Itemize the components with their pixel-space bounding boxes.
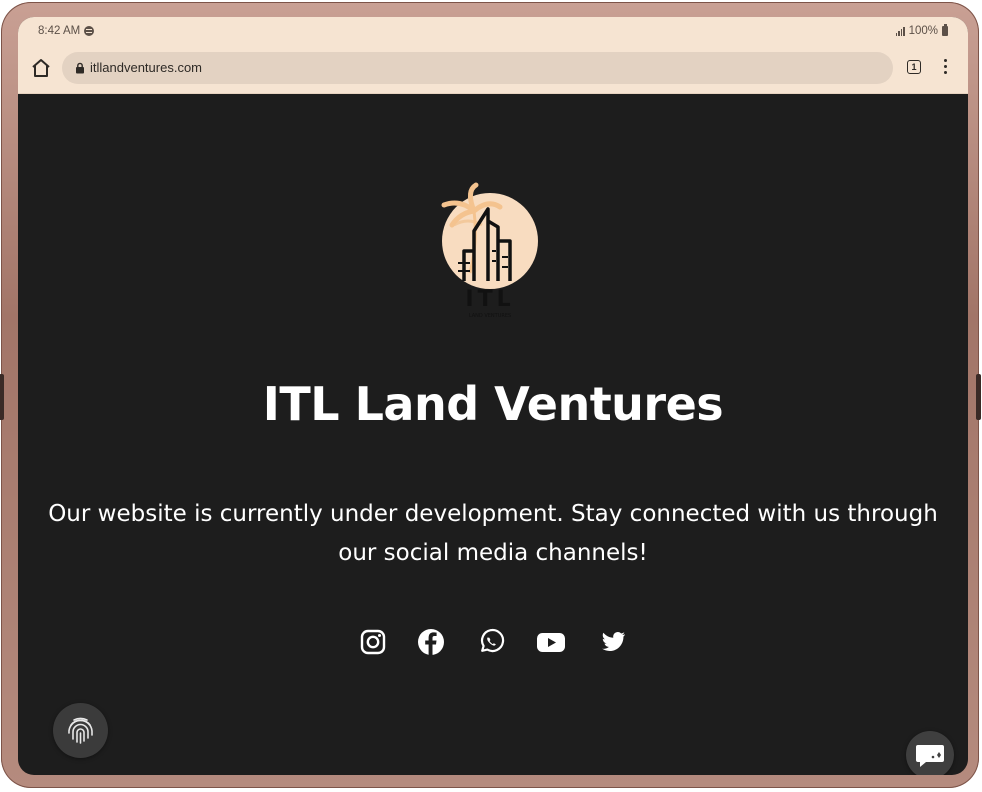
more-options-icon[interactable] [940,59,950,79]
screen: 8:42 AM 100% itllandventures.com 1 ITL L… [18,17,968,775]
signal-icon [895,26,905,36]
accessibility-button[interactable] [53,703,108,758]
lock-icon [76,62,84,74]
twitter-icon[interactable] [598,627,628,657]
page-description: Our website is currently under developme… [48,501,938,566]
logo-tagline: LAND VENTURES [469,313,511,319]
side-button-right [976,374,981,420]
tab-switcher-button[interactable]: 1 [907,60,921,74]
status-bar: 8:42 AM 100% [18,17,968,45]
chat-button[interactable] [906,731,954,775]
page-content: ITL LAND VENTURES ITL Land Ventures Our … [18,94,968,775]
phone-frame: 8:42 AM 100% itllandventures.com 1 ITL L… [0,2,981,788]
company-logo: ITL LAND VENTURES [441,182,538,319]
spotify-icon [84,26,95,36]
side-button-left [0,374,4,420]
browser-toolbar: itllandventures.com 1 [18,45,968,94]
social-links [18,627,968,657]
url-text: itllandventures.com [90,60,202,75]
page-title: ITL Land Ventures [262,377,724,431]
chat-icon [916,745,944,767]
youtube-icon[interactable] [535,627,567,657]
whatsapp-icon[interactable] [476,627,506,657]
logo-letters: ITL [465,287,514,312]
status-time: 8:42 AM [38,25,81,37]
fingerprint-icon [68,717,93,744]
instagram-icon[interactable] [358,627,388,657]
facebook-icon[interactable] [416,627,446,657]
battery-icon [942,24,948,36]
address-bar[interactable]: itllandventures.com [62,52,893,84]
battery-percentage: 100% [908,25,938,37]
home-icon[interactable] [29,56,53,80]
